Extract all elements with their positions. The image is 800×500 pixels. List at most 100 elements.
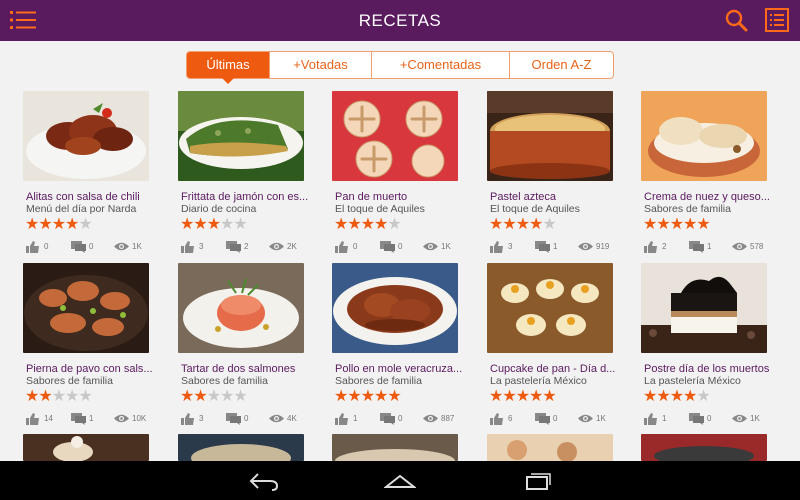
comment-icon bbox=[535, 413, 550, 425]
likes-count: 0 bbox=[353, 242, 358, 251]
back-button[interactable] bbox=[248, 471, 280, 491]
recipe-title: Tartar de dos salmones bbox=[181, 363, 296, 375]
recipe-card-partial[interactable] bbox=[23, 434, 153, 461]
thumbs-up-icon bbox=[181, 241, 194, 253]
recipe-card-partial[interactable] bbox=[487, 434, 617, 461]
recipe-photo bbox=[641, 263, 767, 353]
recipe-stats: 1 0 887 bbox=[335, 412, 465, 426]
recipe-photo bbox=[178, 91, 304, 181]
recipe-card[interactable]: Tartar de dos salmones Sabores de famili… bbox=[178, 263, 308, 433]
star-icon: ★★★★ bbox=[643, 388, 697, 405]
eye-icon bbox=[269, 414, 284, 423]
recipe-card[interactable]: Postre día de los muertos La pastelería … bbox=[641, 263, 771, 433]
recipe-source: El toque de Aquiles bbox=[335, 203, 425, 215]
home-icon bbox=[383, 474, 417, 488]
eye-icon bbox=[578, 242, 593, 251]
tab-ultimas[interactable]: Últimas bbox=[187, 52, 270, 84]
eye-icon bbox=[269, 242, 284, 251]
likes-count: 0 bbox=[44, 242, 49, 251]
recipe-photo bbox=[332, 434, 458, 461]
likes-count: 1 bbox=[353, 414, 358, 423]
likes-count: 3 bbox=[508, 242, 513, 251]
comments-count: 2 bbox=[244, 242, 249, 251]
recipe-source: El toque de Aquiles bbox=[490, 203, 580, 215]
comments-count: 0 bbox=[398, 242, 403, 251]
recipe-card-partial[interactable] bbox=[332, 434, 462, 461]
recipe-card[interactable]: Pan de muerto El toque de Aquiles ★★★★★ … bbox=[332, 91, 462, 261]
recipe-title: Pastel azteca bbox=[490, 191, 557, 203]
recipe-title: Frittata de jamón con es... bbox=[181, 191, 309, 203]
comment-icon bbox=[380, 413, 395, 425]
rating-stars: ★★★★★ bbox=[643, 388, 711, 405]
recipe-card[interactable]: Pastel azteca El toque de Aquiles ★★★★★ … bbox=[487, 91, 617, 261]
recipe-stats: 3 0 4K bbox=[181, 412, 311, 426]
recipe-card[interactable]: Alitas con salsa de chili Menú del día p… bbox=[23, 91, 153, 261]
views-count: 919 bbox=[596, 242, 610, 251]
recipe-title: Pierna de pavo con sals... bbox=[26, 363, 153, 375]
thumbs-up-icon bbox=[490, 241, 503, 253]
search-button[interactable] bbox=[724, 8, 750, 32]
thumbs-up-icon bbox=[490, 413, 503, 425]
thumbs-up-icon bbox=[26, 413, 39, 425]
comment-icon bbox=[226, 413, 241, 425]
recipe-photo bbox=[641, 434, 767, 461]
recipe-stats: 14 1 10K bbox=[26, 412, 156, 426]
rating-stars: ★★★★★ bbox=[25, 388, 93, 405]
recipe-card[interactable]: Pierna de pavo con sals... Sabores de fa… bbox=[23, 263, 153, 433]
eye-icon bbox=[114, 242, 129, 251]
recipe-card[interactable]: Crema de nuez y queso... Sabores de fami… bbox=[641, 91, 771, 261]
comments-count: 0 bbox=[89, 242, 94, 251]
eye-icon bbox=[114, 414, 129, 423]
star-icon: ★★ bbox=[25, 388, 53, 405]
comments-count: 0 bbox=[707, 414, 712, 423]
recipe-photo bbox=[23, 434, 149, 461]
recipe-title: Cupcake de pan - Día d... bbox=[490, 363, 616, 375]
star-empty-icon: ★ bbox=[78, 216, 92, 233]
star-empty-icon: ★★★ bbox=[206, 388, 248, 405]
thumbs-up-icon bbox=[181, 413, 194, 425]
comments-count: 1 bbox=[89, 414, 94, 423]
star-icon: ★★★★★ bbox=[489, 388, 557, 405]
system-navigation-bar bbox=[0, 461, 800, 500]
comment-icon bbox=[535, 241, 550, 253]
list-view-button[interactable] bbox=[764, 7, 790, 33]
comment-icon bbox=[380, 241, 395, 253]
rating-stars: ★★★★★ bbox=[180, 216, 248, 233]
tab-comentadas[interactable]: +Comentadas bbox=[372, 52, 510, 78]
tab-orden-az[interactable]: Orden A-Z bbox=[510, 52, 613, 78]
recipe-stats: 3 1 919 bbox=[490, 240, 620, 254]
views-count: 4K bbox=[287, 414, 297, 423]
home-button[interactable] bbox=[383, 471, 417, 491]
recipe-card[interactable]: Pollo en mole veracruza... Sabores de fa… bbox=[332, 263, 462, 433]
rating-stars: ★★★★★ bbox=[643, 216, 711, 233]
recipe-photo bbox=[487, 91, 613, 181]
comment-icon bbox=[71, 413, 86, 425]
thumbs-up-icon bbox=[644, 241, 657, 253]
star-icon: ★★★★★ bbox=[643, 216, 711, 233]
likes-count: 3 bbox=[199, 242, 204, 251]
likes-count: 3 bbox=[199, 414, 204, 423]
search-icon bbox=[725, 9, 748, 32]
back-icon bbox=[249, 473, 279, 491]
star-empty-icon: ★ bbox=[696, 388, 710, 405]
rating-stars: ★★★★★ bbox=[25, 216, 93, 233]
likes-count: 2 bbox=[662, 242, 667, 251]
views-count: 2K bbox=[287, 242, 297, 251]
star-icon: ★★ bbox=[180, 388, 208, 405]
recents-icon bbox=[526, 473, 551, 490]
comment-icon bbox=[226, 241, 241, 253]
recipe-card[interactable]: Frittata de jamón con es... Diario de co… bbox=[178, 91, 308, 261]
recents-button[interactable] bbox=[521, 471, 553, 491]
thumbs-up-icon bbox=[335, 413, 348, 425]
recipe-card[interactable]: Cupcake de pan - Día d... La pastelería … bbox=[487, 263, 617, 433]
tab-votadas[interactable]: +Votadas bbox=[270, 52, 372, 78]
star-icon: ★★★ bbox=[180, 216, 221, 233]
recipe-source: Sabores de familia bbox=[335, 375, 422, 387]
recipe-card-partial[interactable] bbox=[178, 434, 308, 461]
recipe-card-partial[interactable] bbox=[641, 434, 771, 461]
recipe-stats: 2 1 578 bbox=[644, 240, 774, 254]
star-empty-icon: ★★★ bbox=[51, 388, 93, 405]
recipe-photo bbox=[487, 434, 613, 461]
recipe-photo bbox=[23, 91, 149, 181]
views-count: 887 bbox=[441, 414, 455, 423]
